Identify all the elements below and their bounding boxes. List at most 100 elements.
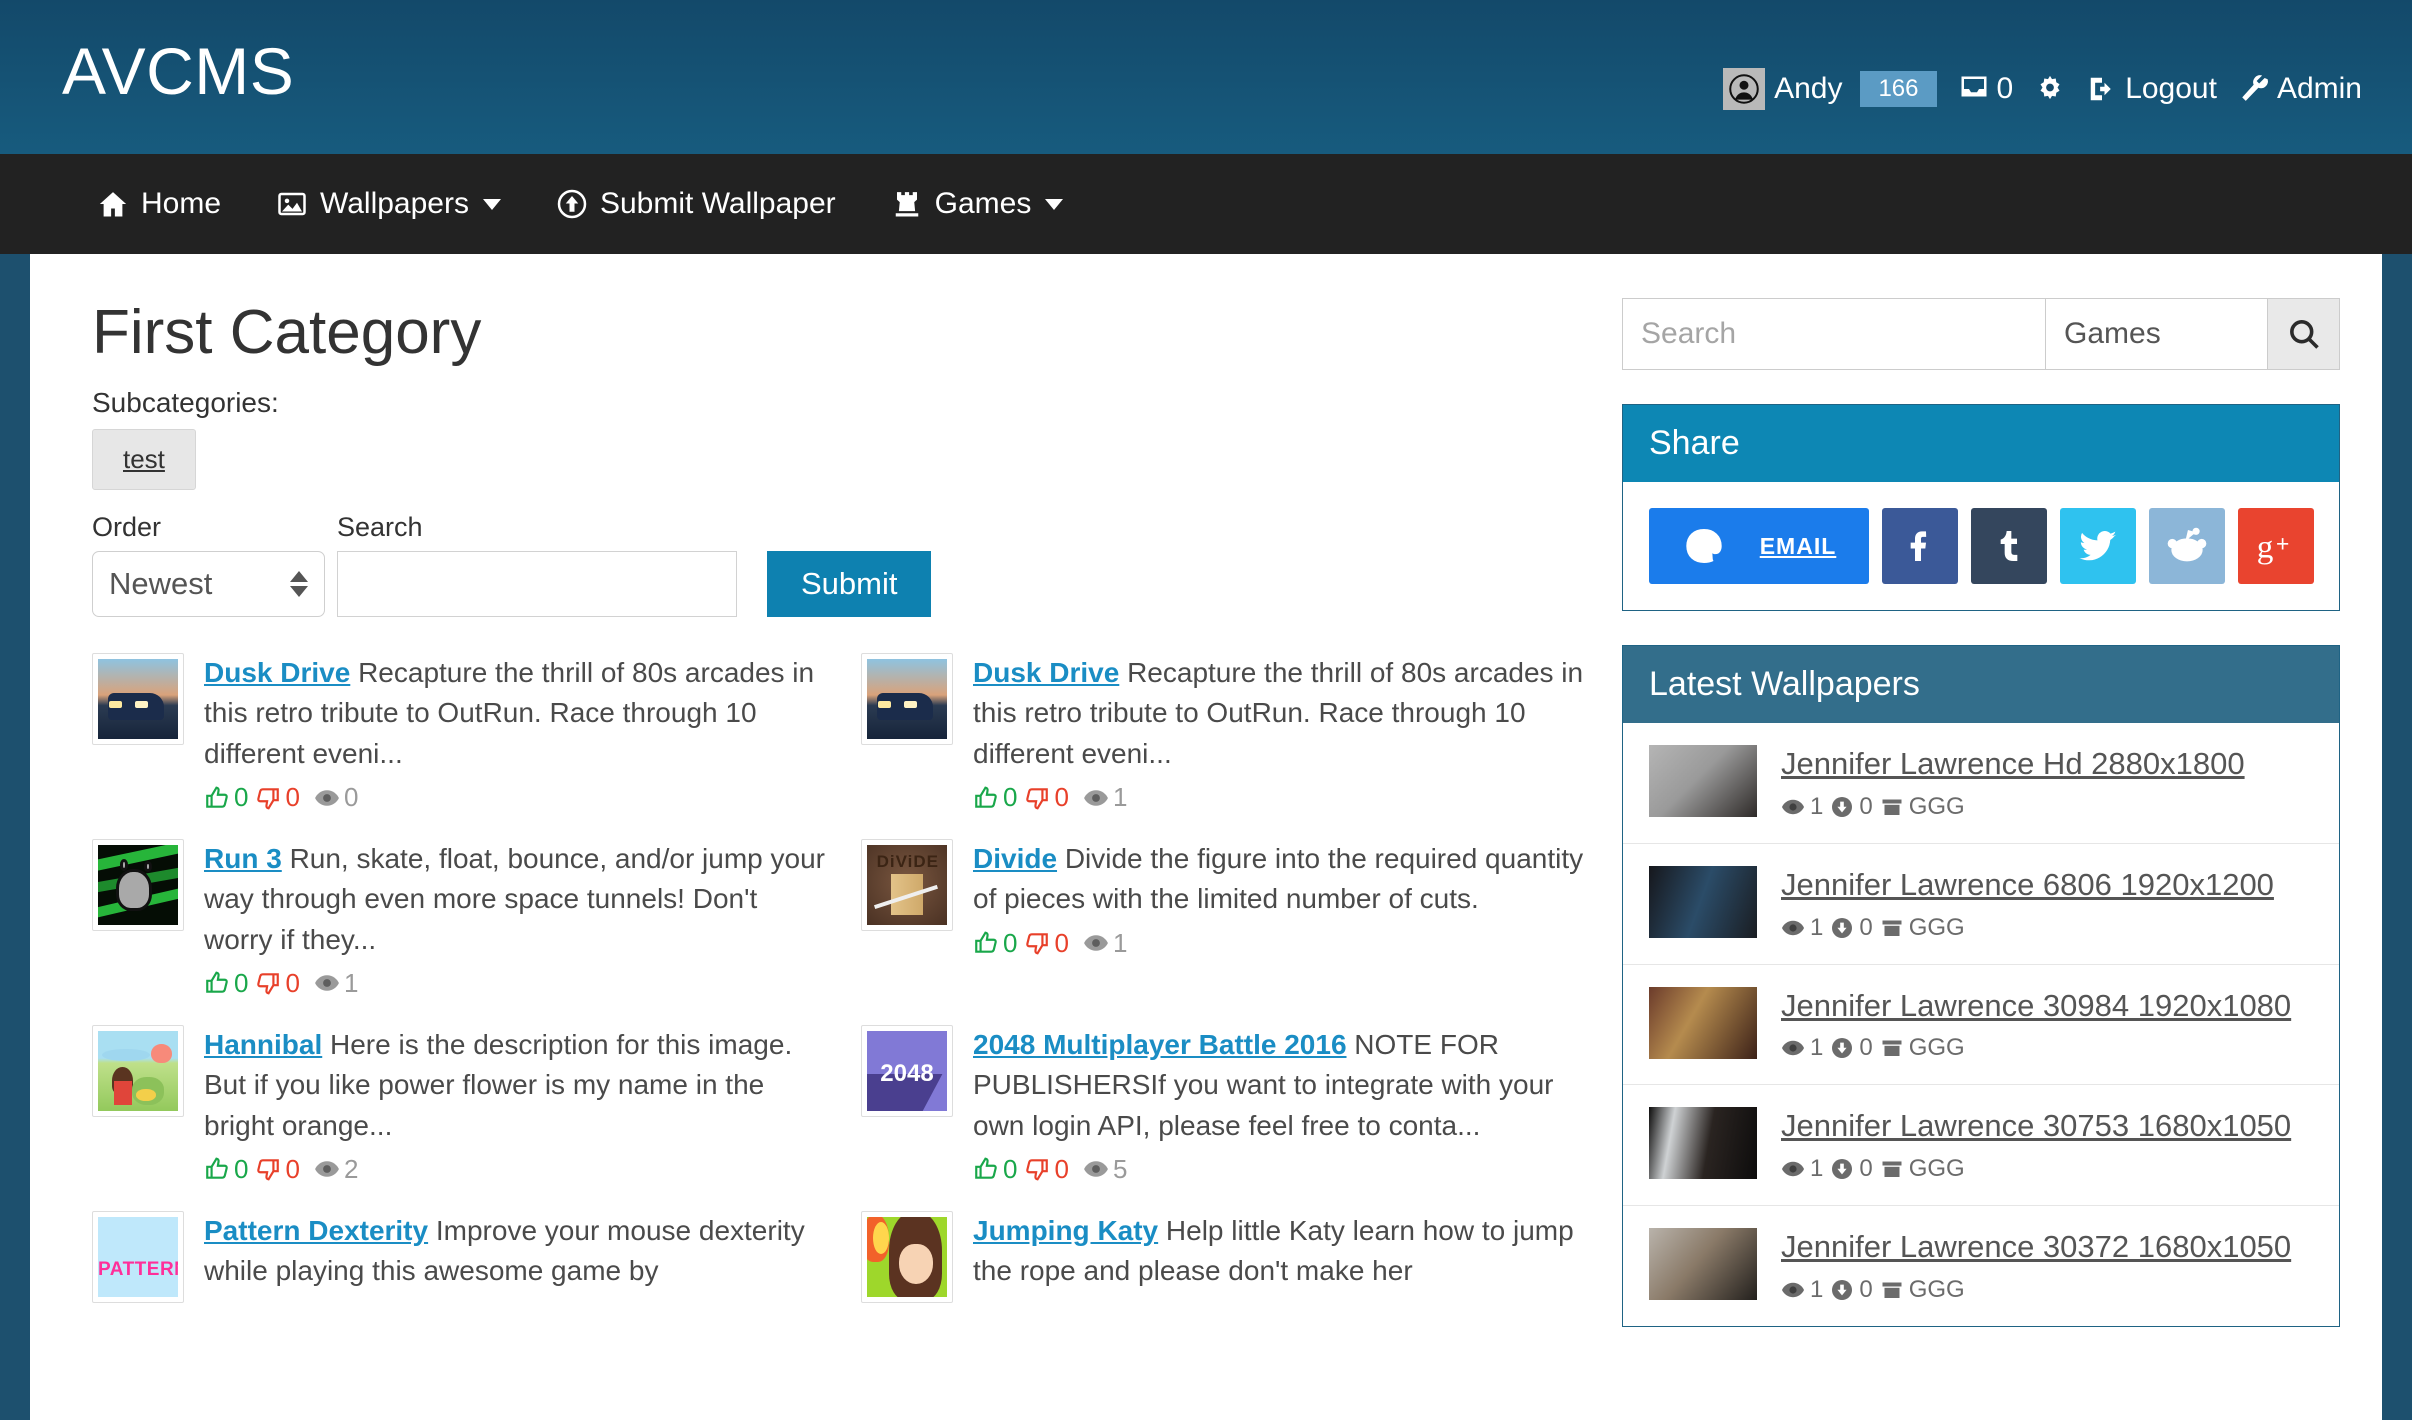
site-header: AVCMS Andy 166 0 Logout Admin — [0, 0, 2412, 154]
dislikes[interactable]: 0 — [1024, 782, 1069, 813]
likes[interactable]: 0 — [973, 928, 1017, 959]
download-icon — [1830, 916, 1854, 940]
game-thumbnail[interactable] — [92, 839, 184, 932]
svg-text:g: g — [2257, 528, 2274, 565]
list-item[interactable]: Jennifer Lawrence 30372 1680x1050 1 0 GG… — [1623, 1206, 2339, 1326]
wallpaper-thumbnail[interactable] — [1649, 865, 1757, 938]
dislikes[interactable]: 0 — [1024, 1154, 1069, 1185]
share-reddit-button[interactable] — [2149, 508, 2225, 584]
site-logo[interactable]: AVCMS — [62, 38, 294, 104]
game-thumbnail[interactable]: 2048 — [861, 1024, 953, 1117]
submit-button[interactable]: Submit — [767, 551, 932, 618]
game-item[interactable]: Dusk Drive Recapture the thrill of 80s a… — [861, 653, 1600, 829]
wallpaper-thumbnail[interactable] — [1649, 745, 1757, 817]
list-item[interactable]: Jennifer Lawrence 6806 1920x1200 1 0 GGG — [1623, 844, 2339, 965]
view-count: 2 — [343, 1153, 359, 1184]
search-button[interactable] — [2267, 298, 2340, 370]
search-scope-select[interactable]: Games — [2045, 298, 2268, 370]
view-count: 1 — [1112, 782, 1128, 813]
nav-item-home[interactable]: Home — [62, 154, 249, 254]
likes[interactable]: 0 — [204, 782, 248, 813]
game-title[interactable]: 2048 Multiplayer Battle 2016 — [973, 1029, 1347, 1060]
wallpaper-title[interactable]: Jennifer Lawrence 6806 1920x1200 — [1781, 867, 2274, 902]
wallpaper-thumbnail[interactable] — [1649, 1228, 1757, 1300]
order-select-value: Newest — [109, 566, 213, 602]
share-email-button[interactable]: EMAIL — [1649, 508, 1869, 584]
game-description: Divide the figure into the required quan… — [973, 843, 1584, 915]
game-item[interactable]: Dusk Drive Recapture the thrill of 80s a… — [92, 653, 831, 829]
game-body: 2048 Multiplayer Battle 2016 NOTE FOR PU… — [973, 1025, 1600, 1185]
nav-item-wallpapers[interactable]: Wallpapers — [249, 154, 529, 254]
views: 1 — [1083, 782, 1127, 813]
wallpaper-title[interactable]: Jennifer Lawrence 30372 1680x1050 — [1781, 1229, 2291, 1264]
dislikes[interactable]: 0 — [255, 968, 300, 999]
game-thumbnail[interactable] — [92, 653, 184, 746]
game-thumbnail[interactable]: DiViDE — [861, 839, 953, 932]
game-title[interactable]: Pattern Dexterity — [204, 1215, 428, 1246]
wallpaper-title[interactable]: Jennifer Lawrence 30753 1680x1050 — [1781, 1108, 2291, 1143]
game-title[interactable]: Dusk Drive — [204, 657, 350, 688]
admin-link[interactable]: Admin — [2239, 72, 2362, 106]
search-input[interactable] — [1622, 298, 2045, 370]
game-thumbnail[interactable]: PATTERN — [92, 1210, 184, 1303]
game-title[interactable]: Jumping Katy — [973, 1215, 1158, 1246]
download-count: 0 — [1859, 1034, 1873, 1062]
settings-link[interactable] — [2035, 74, 2065, 104]
share-googleplus-button[interactable]: g + — [2238, 508, 2314, 584]
wallpaper-title[interactable]: Jennifer Lawrence 30984 1920x1080 — [1781, 988, 2291, 1023]
share-tumblr-button[interactable] — [1971, 508, 2047, 584]
game-title[interactable]: Run 3 — [204, 843, 282, 874]
likes[interactable]: 0 — [973, 1154, 1017, 1185]
game-item[interactable]: Jumping Katy Help little Katy learn how … — [861, 1210, 1600, 1319]
user-profile-link[interactable]: Andy — [1723, 68, 1842, 110]
wrench-icon — [2239, 74, 2269, 104]
wallpaper-thumbnail[interactable] — [1649, 1107, 1757, 1180]
likes[interactable]: 0 — [204, 1154, 248, 1185]
game-item[interactable]: DiViDE Divide Divide the figure into the… — [861, 839, 1600, 1015]
share-facebook-button[interactable] — [1882, 508, 1958, 584]
list-item[interactable]: Jennifer Lawrence 30753 1680x1050 1 0 GG… — [1623, 1085, 2339, 1206]
dislikes[interactable]: 0 — [255, 1154, 300, 1185]
game-thumbnail[interactable] — [861, 653, 953, 746]
inbox-count: 0 — [1996, 72, 2014, 105]
main-navigation: Home Wallpapers Submit Wallpaper Games — [0, 154, 2412, 254]
filter-form: Order Newest Search Submit — [92, 512, 1600, 618]
game-item[interactable]: PATTERN Pattern Dexterity Improve your m… — [92, 1210, 831, 1319]
game-title[interactable]: Hannibal — [204, 1029, 322, 1060]
list-item[interactable]: Jennifer Lawrence Hd 2880x1800 1 0 GGG — [1623, 723, 2339, 844]
search-input[interactable] — [337, 551, 737, 618]
svg-text:+: + — [2276, 530, 2289, 556]
thumbs-up-icon — [204, 785, 230, 811]
game-item[interactable]: 2048 2048 Multiplayer Battle 2016 NOTE F… — [861, 1024, 1600, 1201]
nav-item-submit-wallpaper[interactable]: Submit Wallpaper — [529, 154, 864, 254]
share-twitter-button[interactable] — [2060, 508, 2136, 584]
game-item[interactable]: Hannibal Here is the description for thi… — [92, 1024, 831, 1201]
likes[interactable]: 0 — [204, 968, 248, 999]
category: GGG — [1880, 1034, 1965, 1062]
game-stats: 0 0 1 — [973, 928, 1600, 959]
views: 1 — [1781, 1276, 1823, 1304]
inbox-link[interactable]: 0 — [1959, 72, 2014, 106]
wallpaper-title[interactable]: Jennifer Lawrence Hd 2880x1800 — [1781, 746, 2245, 781]
game-title[interactable]: Dusk Drive — [973, 657, 1119, 688]
latest-wallpapers-heading: Latest Wallpapers — [1623, 646, 2339, 723]
game-title[interactable]: Divide — [973, 843, 1057, 874]
list-item[interactable]: Jennifer Lawrence 30984 1920x1080 1 0 GG… — [1623, 965, 2339, 1086]
likes[interactable]: 0 — [973, 782, 1017, 813]
dislikes[interactable]: 0 — [1024, 928, 1069, 959]
wallpaper-stats: 1 0 GGG — [1781, 1034, 2291, 1062]
game-body: Divide Divide the figure into the requir… — [973, 839, 1600, 959]
stepper-icon — [290, 571, 308, 598]
image-icon — [277, 189, 307, 219]
game-thumbnail[interactable] — [861, 1210, 953, 1303]
game-thumbnail[interactable] — [92, 1024, 184, 1117]
nav-item-games[interactable]: Games — [864, 154, 1092, 254]
dislikes[interactable]: 0 — [255, 782, 300, 813]
wallpaper-thumbnail[interactable] — [1649, 986, 1757, 1059]
logout-link[interactable]: Logout — [2087, 72, 2217, 106]
order-select[interactable]: Newest — [92, 551, 325, 618]
subcategory-test-button[interactable]: test — [92, 429, 196, 491]
like-count: 0 — [1003, 927, 1018, 958]
game-item[interactable]: Run 3 Run, skate, float, bounce, and/or … — [92, 839, 831, 1015]
wallpaper-stats: 1 0 GGG — [1781, 914, 2274, 942]
